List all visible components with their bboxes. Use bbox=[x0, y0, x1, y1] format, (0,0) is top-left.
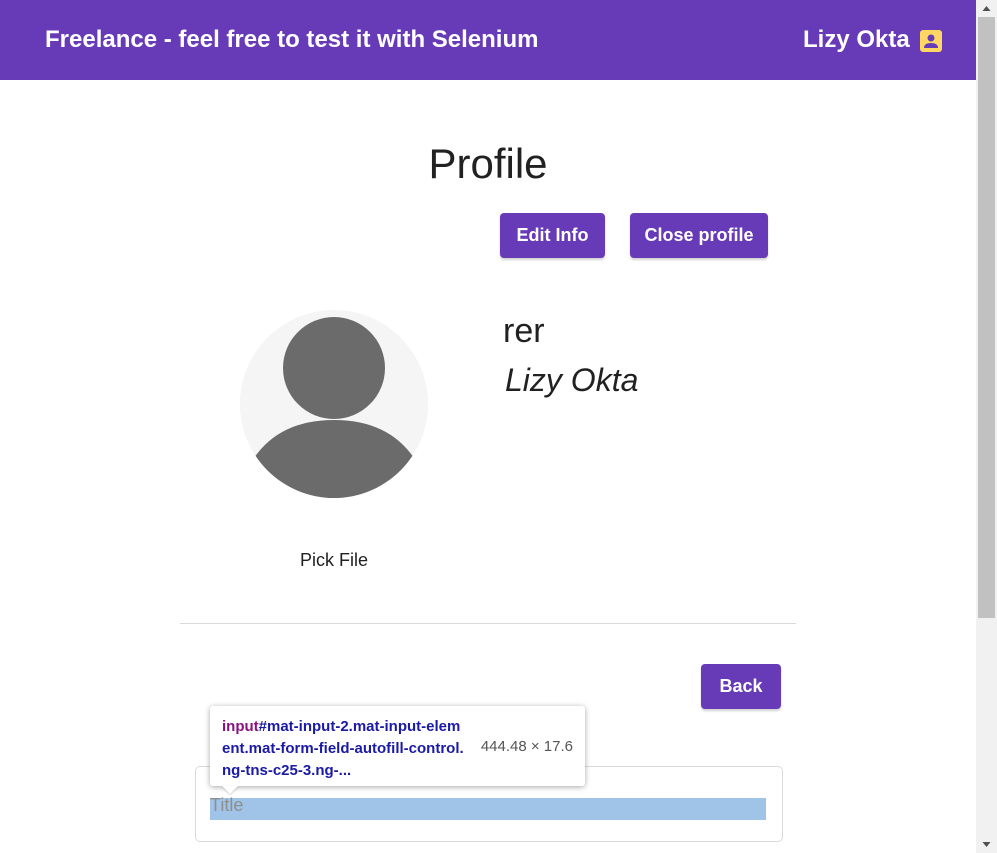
app-toolbar: Freelance - feel free to test it with Se… bbox=[0, 0, 976, 80]
tooltip-arrow bbox=[222, 786, 238, 794]
tooltip-selector: input#mat-input-2.mat-input-element.mat-… bbox=[222, 716, 468, 782]
section-divider bbox=[180, 623, 796, 624]
tooltip-selector-path: #mat-input-2.mat-input-element.mat-form-… bbox=[222, 718, 464, 779]
page-title: Profile bbox=[428, 140, 548, 187]
close-profile-button[interactable]: Close profile bbox=[630, 213, 768, 258]
tooltip-tag: input bbox=[222, 718, 259, 735]
profile-owner: Lizy Okta bbox=[505, 362, 639, 398]
edit-info-button[interactable]: Edit Info bbox=[500, 213, 605, 258]
scroll-down-arrow-icon[interactable] bbox=[976, 836, 997, 853]
scroll-thumb[interactable] bbox=[978, 17, 995, 618]
title-input[interactable] bbox=[210, 793, 654, 817]
scroll-up-arrow-icon[interactable] bbox=[976, 0, 997, 17]
profile-name: rer bbox=[503, 312, 545, 350]
tooltip-size: 444.48 × 17.6 bbox=[480, 738, 573, 755]
back-button[interactable]: Back bbox=[701, 664, 781, 709]
pick-file-button[interactable]: Pick File bbox=[270, 550, 398, 571]
inspector-tooltip: input#mat-input-2.mat-input-element.mat-… bbox=[210, 706, 585, 786]
person-avatar-icon bbox=[240, 310, 428, 498]
user-name[interactable]: Lizy Okta bbox=[803, 26, 910, 54]
app-title: Freelance - feel free to test it with Se… bbox=[45, 26, 539, 53]
account-box-icon[interactable] bbox=[919, 29, 943, 53]
vertical-scrollbar[interactable] bbox=[976, 0, 997, 853]
